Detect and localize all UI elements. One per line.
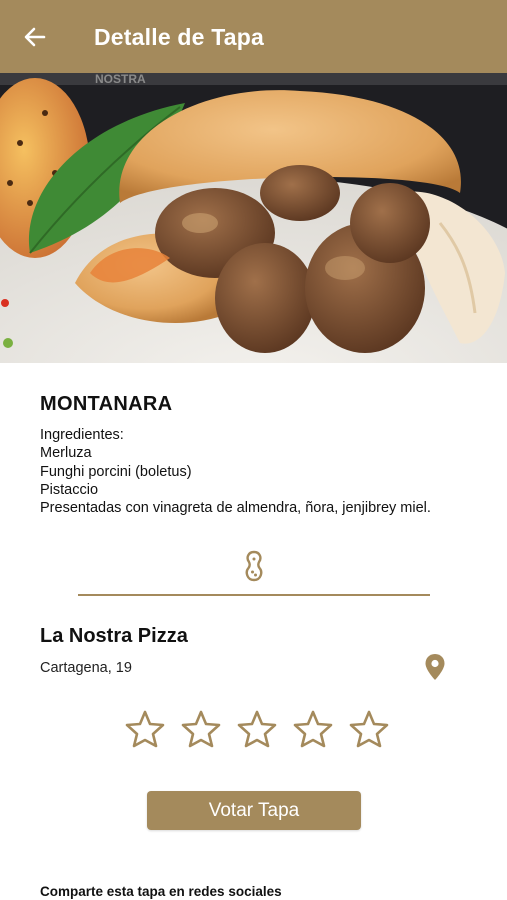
peanut-icon xyxy=(245,550,263,582)
vote-button[interactable]: Votar Tapa xyxy=(147,791,361,830)
ingredient-item: Funghi porcini (boletus) xyxy=(40,463,192,480)
page-title: Detalle de Tapa xyxy=(94,24,265,50)
back-button[interactable] xyxy=(20,22,50,52)
star-icon[interactable] xyxy=(237,710,277,748)
restaurant-name: La Nostra Pizza xyxy=(40,625,188,647)
tapa-photo: NOSTRA xyxy=(0,73,507,363)
arrow-left-icon xyxy=(24,27,46,47)
ingredients-list: Ingredientes: Merluza Funghi porcini (bo… xyxy=(40,426,490,517)
rating-stars xyxy=(125,710,389,748)
star-icon[interactable] xyxy=(349,710,389,748)
section-divider xyxy=(78,594,430,596)
map-pin-icon xyxy=(425,654,445,680)
star-icon[interactable] xyxy=(125,710,165,748)
svg-text:NOSTRA: NOSTRA xyxy=(95,73,146,86)
restaurant-address: Cartagena, 19 xyxy=(40,660,132,676)
tapa-image: NOSTRA xyxy=(0,73,507,363)
star-icon[interactable] xyxy=(293,710,333,748)
app-bar: Detalle de Tapa xyxy=(0,0,507,73)
ingredients-heading: Ingredientes: xyxy=(40,427,124,443)
ingredient-item: Merluza xyxy=(40,445,92,462)
ingredient-item: Pistaccio xyxy=(40,481,99,498)
star-icon[interactable] xyxy=(181,710,221,748)
ingredient-item: Presentadas con vinagreta de almendra, ñ… xyxy=(40,500,431,517)
share-label: Comparte esta tapa en redes sociales xyxy=(40,884,282,899)
location-button[interactable] xyxy=(424,653,446,681)
tapa-name: MONTANARA xyxy=(40,393,173,415)
